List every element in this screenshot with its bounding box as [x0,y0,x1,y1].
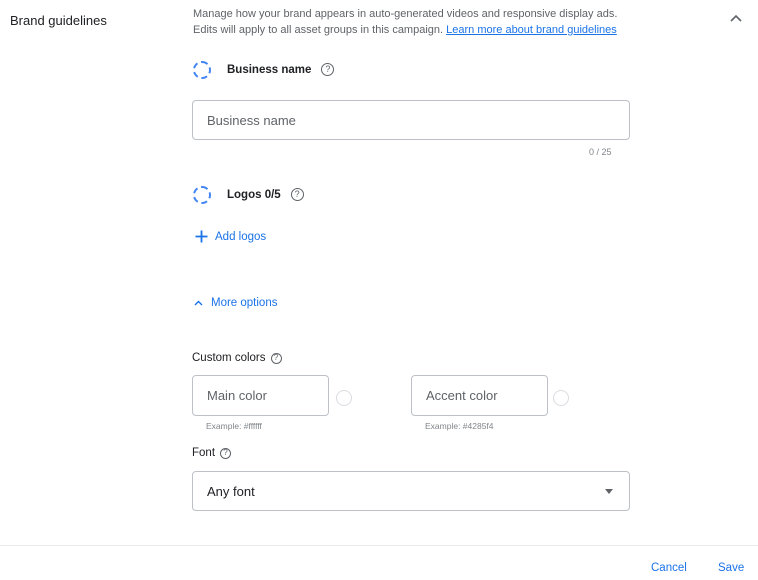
help-icon[interactable]: ? [321,63,335,76]
business-name-heading: Business name ? [227,63,335,76]
main-color-example: Example: #ffffff [206,421,262,431]
custom-colors-text: Custom colors [192,352,266,364]
plus-icon [195,230,208,243]
status-ring-icon [193,186,211,204]
save-button[interactable]: Save [718,562,744,574]
accent-color-example: Example: #4285f4 [425,421,494,431]
learn-more-link[interactable]: Learn more about brand guidelines [446,24,617,36]
accent-color-swatch[interactable] [553,390,569,406]
section-title: Brand guidelines [10,13,107,28]
section-description: Manage how your brand appears in auto-ge… [193,7,713,38]
accent-color-placeholder: Accent color [426,388,498,403]
font-select[interactable]: Any font [192,471,630,511]
cancel-button[interactable]: Cancel [651,562,687,574]
divider [0,545,758,546]
character-counter: 0 / 25 [589,147,612,157]
font-label-text: Font [192,447,216,459]
status-ring-icon [193,61,211,79]
help-icon[interactable]: ? [220,447,232,459]
add-logos-button[interactable]: Add logos [195,230,266,243]
logos-heading-label: Logos 0/5 [227,188,281,201]
business-name-heading-label: Business name [227,63,312,76]
add-logos-label: Add logos [215,230,267,243]
font-label: Font ? [192,447,232,459]
accent-color-input[interactable]: Accent color [411,375,548,416]
business-name-placeholder: Business name [207,112,296,128]
collapse-button[interactable] [727,9,745,27]
chevron-up-icon [730,14,742,22]
description-line-1: Manage how your brand appears in auto-ge… [193,8,618,20]
description-line-2: Edits will apply to all asset groups in … [193,23,444,36]
main-color-placeholder: Main color [207,388,267,403]
business-name-input[interactable]: Business name [192,100,630,140]
main-color-input[interactable]: Main color [192,375,329,416]
font-selected-value: Any font [207,483,255,499]
chevron-up-icon [194,300,203,306]
help-icon[interactable]: ? [290,188,304,201]
logos-heading: Logos 0/5 ? [227,188,304,201]
dropdown-arrow-icon [605,489,613,494]
more-options-toggle[interactable]: More options [194,297,277,309]
custom-colors-label: Custom colors ? [192,352,282,364]
more-options-label: More options [211,297,278,309]
main-color-swatch[interactable] [336,390,352,406]
help-icon[interactable]: ? [270,352,282,364]
